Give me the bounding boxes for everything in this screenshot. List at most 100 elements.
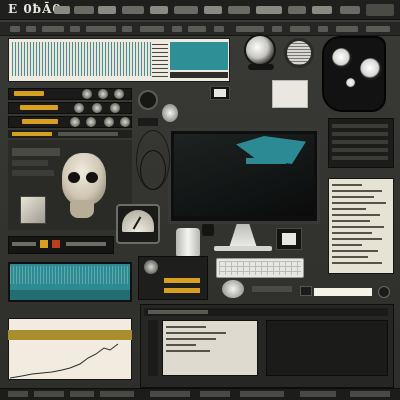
doc-line [166,350,210,352]
knob-icon[interactable] [378,286,390,298]
white-knob-icon[interactable] [222,280,244,298]
menu-item[interactable] [150,6,168,14]
toolbar-button[interactable] [26,26,36,32]
doc-line [332,244,362,246]
dial-icon[interactable] [104,117,114,127]
menu-item[interactable] [256,6,282,14]
doc-line [166,344,196,346]
line-chart-svg [9,343,119,379]
menu-item[interactable] [174,6,198,14]
menu-item[interactable] [340,6,360,14]
orange-slider[interactable] [164,278,200,283]
dial-icon[interactable] [86,117,96,127]
toolbar-button[interactable] [188,26,206,32]
toolbar-button[interactable] [86,26,116,32]
small-dark-box [202,224,214,236]
dial-icon[interactable] [92,103,102,113]
toolbar-button[interactable] [290,26,310,32]
teal-chart-footer [10,290,130,300]
toolbar-button[interactable] [318,26,328,32]
statusbar-item[interactable] [200,391,230,397]
doc-line [332,256,368,258]
teal-chart-bars [10,266,130,284]
skull-eye [86,172,98,183]
statusbar-item[interactable] [240,391,284,397]
dial-icon[interactable] [114,89,124,99]
small-screen-content [214,89,226,97]
dial-icon[interactable] [144,260,158,274]
statusbar-item[interactable] [34,391,64,397]
menu-item[interactable] [228,6,250,14]
cable [140,150,166,190]
white-knob-icon[interactable] [162,104,178,122]
toolbar-button[interactable] [366,26,390,32]
menu-item[interactable] [204,6,222,14]
list-row[interactable] [332,140,388,144]
bottom-dark-panel [266,320,388,376]
dial-icon[interactable] [120,117,130,127]
small-screen-content [282,233,296,245]
statusbar-item[interactable] [8,391,28,397]
panel-text-line [12,170,54,176]
dial-icon[interactable] [70,117,80,127]
keyboard-keys[interactable] [219,261,301,275]
doc-line [166,332,226,334]
doc-line [332,262,382,264]
list-row[interactable] [332,156,388,160]
list-row[interactable] [332,148,388,152]
menu-item[interactable] [98,6,116,14]
menu-item[interactable] [288,6,306,14]
small-switch[interactable] [300,286,312,296]
round-speaker-icon[interactable] [244,34,276,66]
toolbar-button[interactable] [140,26,164,32]
teal-display [170,42,228,70]
toolbar-button[interactable] [10,26,20,32]
window-controls[interactable] [366,4,394,16]
speaker-base [248,64,274,70]
knob-icon[interactable] [138,90,158,110]
waveform-footer [170,72,228,78]
menu-item[interactable] [122,6,144,14]
doc-line [166,326,206,328]
statusbar-item[interactable] [70,391,94,397]
mesh-microphone-icon[interactable] [284,38,314,68]
statusbar-item[interactable] [350,391,390,397]
skull-jaw [70,200,94,218]
orange-slider[interactable] [20,105,58,110]
waveform-text-lines [152,44,168,78]
dial-icon[interactable] [82,89,92,99]
list-row[interactable] [332,124,388,128]
toolbar-button[interactable] [336,26,358,32]
menu-item[interactable] [312,6,332,14]
doc-line [332,250,378,252]
dial-icon[interactable] [74,103,84,113]
toolbar-button[interactable] [172,26,182,32]
toolbar-button[interactable] [236,26,264,32]
dial-icon[interactable] [98,89,108,99]
orange-slider[interactable] [22,119,58,124]
toolbar-button[interactable] [214,26,224,32]
chart-header-band [8,330,132,340]
slider-track[interactable] [252,286,292,292]
white-device-box [272,80,308,108]
doc-line [332,238,382,240]
toolbar-button[interactable] [122,26,132,32]
toolbar-button[interactable] [272,26,282,32]
label-sticker [314,288,372,296]
orange-slider[interactable] [164,288,200,293]
list-row[interactable] [332,132,388,136]
statusbar-item[interactable] [150,391,190,397]
menu-item[interactable] [74,6,94,14]
statusbar-item[interactable] [300,391,336,397]
statusbar-item[interactable] [100,391,134,397]
bottom-sidebar [148,320,158,376]
desktop-collage: E 0ƀĀ0 [0,0,400,400]
toolbar-button[interactable] [70,26,80,32]
menu-item[interactable] [54,6,70,14]
dial-icon[interactable] [110,103,120,113]
toolbar-button[interactable] [42,26,64,32]
orange-slider[interactable] [14,91,44,96]
doc-line [332,208,366,210]
screen-graphic [246,158,286,164]
titlebar-text [148,310,208,314]
